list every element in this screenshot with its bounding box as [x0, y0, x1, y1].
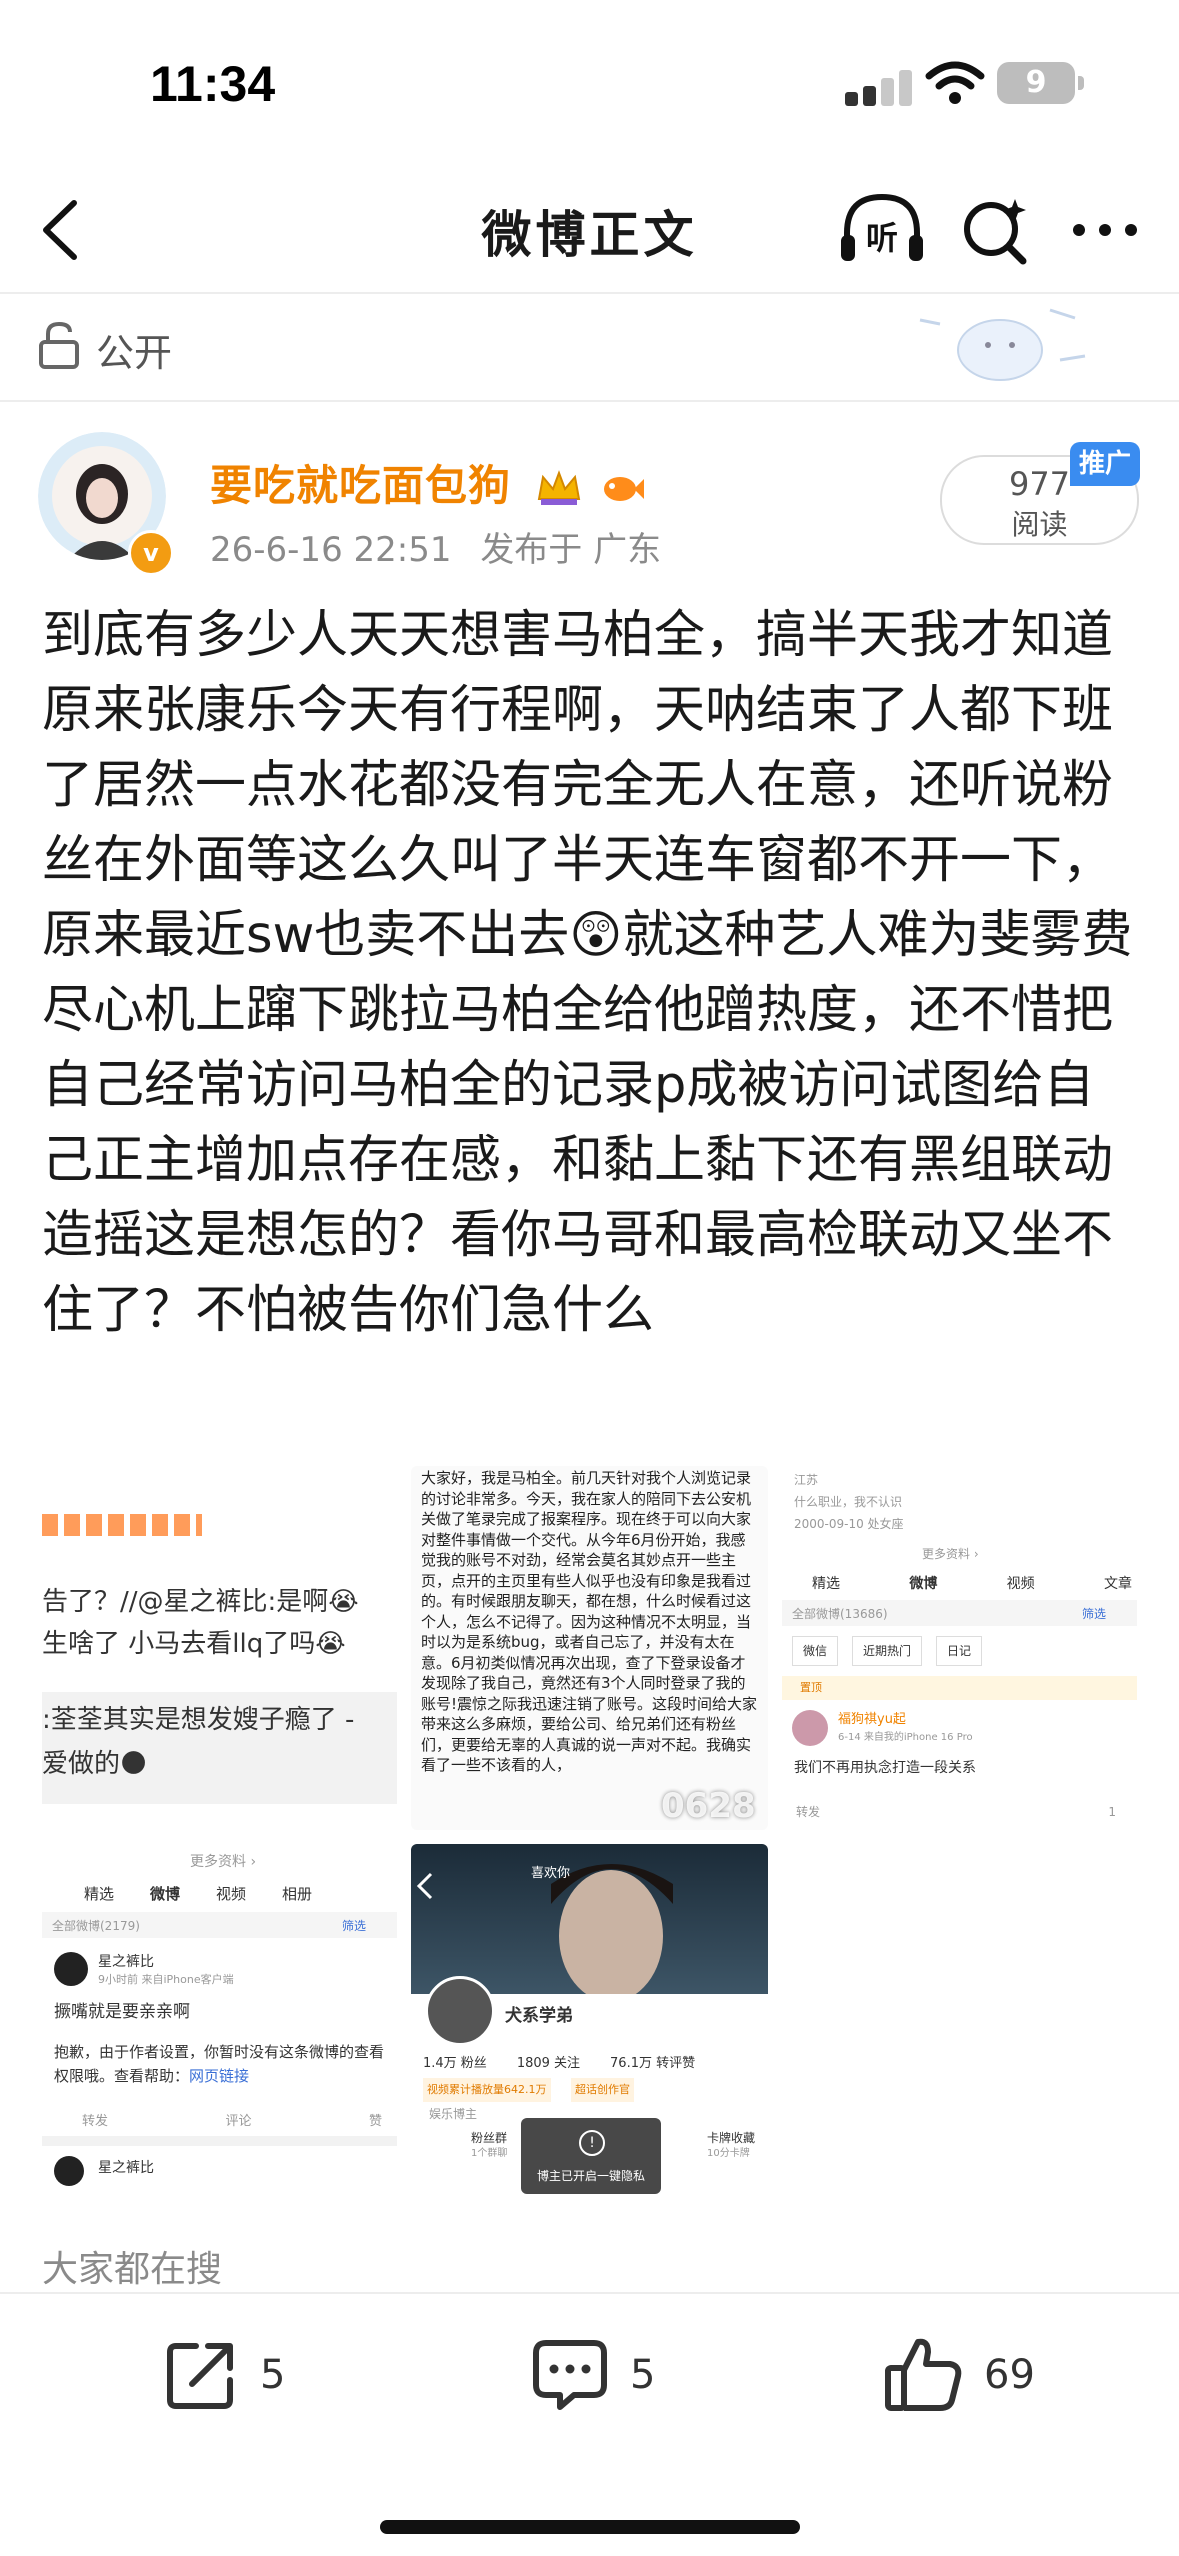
post-meta: 26-6-16 22:51 发布于 广东: [210, 522, 661, 571]
search-icon[interactable]: [955, 185, 1035, 275]
img3-location: 娱乐博主: [429, 2107, 478, 2121]
post-image-3[interactable]: 喜欢你 犬系学弟 1.4万 粉丝 1809 关注 76.1万 转评赞 视频累计播放量…: [411, 1844, 768, 2194]
img4-filter: 筛选: [1082, 1607, 1107, 1621]
img3-like: 喜欢你: [531, 1866, 571, 1881]
img3-tag2: 超话创作官: [571, 2078, 634, 2102]
listen-button[interactable]: 听: [835, 185, 930, 275]
hot-search-label[interactable]: 大家都在搜: [42, 2240, 222, 2292]
img3-toast-text: 博主已开启一键隐私: [536, 2169, 645, 2183]
battery-icon: 9: [997, 62, 1075, 104]
divider: [0, 2292, 1179, 2294]
more-icon[interactable]: [1065, 205, 1145, 255]
fish-badge-icon: [598, 469, 646, 509]
img1-line4: 爱做的🌑: [42, 1749, 148, 1779]
img2-watermark: 0628: [661, 1786, 756, 1826]
img3-fans-sub: 1个群聊: [471, 2148, 508, 2159]
img4-tabs: 精选 微博 视频 文章: [812, 1576, 1132, 1592]
img4-user-sub: 6-14 来自我的iPhone 16 Pro: [838, 1732, 973, 1743]
img1-line1: 告了？//@星之裤比:是啊😭: [42, 1587, 359, 1617]
img1-text1: 撅嘴就是要亲亲啊: [54, 2002, 190, 2022]
img1-text2: 抱歉，由于作者设置，你暂时没有这条微博的查看权限哦。查看帮助：网页链接: [54, 2043, 385, 2085]
comment-count: 5: [630, 2352, 656, 2398]
home-indicator[interactable]: [380, 2520, 800, 2534]
img1-user-avatar: [54, 1952, 88, 1986]
img4-pinned: 置顶: [800, 1681, 822, 1694]
promote-badge[interactable]: 推广: [1070, 442, 1140, 486]
thumbs-up-icon: [885, 2338, 962, 2411]
img1-filter: 筛选: [342, 1919, 367, 1933]
decor-cat-sticker: [919, 308, 1086, 381]
comment-icon: [533, 2340, 607, 2410]
post-image-2[interactable]: 大家好，我是马柏全。前几天针对我个人浏览记录的讨论非常多。今天，我在家人的陪同下…: [411, 1466, 768, 1830]
share-button[interactable]: 5: [162, 2330, 285, 2420]
read-label: 阅读: [1011, 508, 1068, 541]
img1-line2: 生啥了 小马去看llq了吗😭: [42, 1629, 346, 1659]
crown-badge-icon: [535, 469, 583, 509]
img4-actions: 转发 1: [796, 1805, 1116, 1819]
blurred-strip: [42, 1514, 202, 1536]
svg-text:听: 听: [866, 219, 898, 257]
share-count: 5: [260, 2352, 286, 2398]
img3-name: 犬系学弟: [505, 2006, 573, 2026]
img1-actions: 转发 评论赞: [82, 2114, 382, 2129]
like-button[interactable]: 69: [882, 2330, 1035, 2420]
lock-open-icon: [39, 321, 79, 369]
divider: [0, 400, 1179, 402]
img3-toast: ! 博主已开启一键隐私: [521, 2118, 661, 2194]
wifi-icon: [925, 61, 985, 104]
post-location: 发布于 广东: [480, 530, 662, 570]
share-icon: [167, 2343, 233, 2409]
img4-chips: 微信 近期热门 日记: [792, 1636, 1132, 1666]
post-text: 到底有多少人天天想害马柏全，搞半天我才知道原来张康乐今天有行程啊，天呐结束了人都…: [42, 606, 1133, 1340]
img4-line2: 什么职业，我不认识: [794, 1495, 903, 1509]
status-time: 11:34: [150, 56, 276, 112]
author-name[interactable]: 要吃就吃面包狗: [210, 452, 646, 513]
img4-line1: 江苏: [794, 1473, 819, 1487]
img1-count: 全部微博(2179): [52, 1919, 140, 1933]
like-count: 69: [984, 2352, 1035, 2398]
img3-tag1: 视频累计播放量642.1万: [423, 2078, 551, 2102]
img1-line3: :荃荃其实是想发嫂子瘾了 -: [42, 1705, 355, 1735]
signal-icon: [845, 70, 915, 106]
comment-button[interactable]: 5: [530, 2330, 655, 2420]
img1-user-sub: 9小时前 来自iPhone客户端: [98, 1973, 234, 1986]
img4-count: 全部微博(13686): [792, 1607, 888, 1621]
img1-more: 更多资料 ›: [190, 1854, 257, 1870]
img4-line3: 2000-09-10 处女座: [794, 1517, 904, 1531]
img1-user2: 星之裤比: [98, 2160, 154, 2176]
visibility-label: 公开: [96, 331, 173, 375]
post-image-4[interactable]: 江苏 什么职业，我不认识 2000-09-10 处女座 更多资料 › 精选 微博视…: [782, 1466, 1137, 1830]
post-image-1[interactable]: 告了？//@星之裤比:是啊😭 生啥了 小马去看llq了吗😭 :荃荃其实是想发嫂子…: [42, 1466, 397, 2194]
img4-text: 我们不再用执念打造一段关系: [794, 1760, 976, 1776]
img3-avatar: [425, 1976, 495, 2046]
img2-text: 大家好，我是马柏全。前几天针对我个人浏览记录的讨论非常多。今天，我在家人的陪同下…: [421, 1469, 758, 1774]
img3-cover: [411, 1844, 768, 2002]
img1-tabs: 精选 微博 视频 相册: [84, 1885, 313, 1903]
battery-nub: [1078, 76, 1084, 90]
img3-card-sub: 10分卡牌: [707, 2148, 750, 2159]
headphone-icon: 听: [841, 193, 923, 261]
verified-badge: v: [128, 530, 174, 576]
post-time: 26-6-16 22:51: [210, 530, 452, 570]
author-name-text: 要吃就吃面包狗: [210, 461, 512, 510]
img4-more: 更多资料 ›: [922, 1547, 979, 1561]
img3-stats: 1.4万 粉丝 1809 关注 76.1万 转评赞: [423, 2056, 696, 2071]
